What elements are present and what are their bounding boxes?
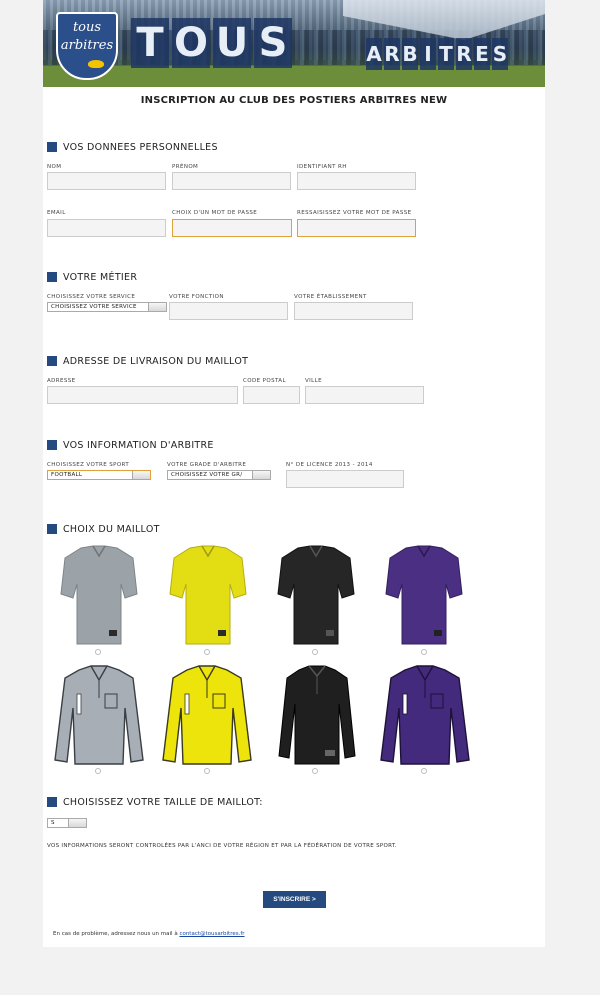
identifiant-label: IDENTIFIANT RH — [297, 164, 347, 170]
fonction-field[interactable] — [169, 302, 288, 320]
dropdown-arrow-icon — [68, 819, 86, 827]
page: tous arbitres TOUS ARBITRES INSCRIPTION … — [43, 0, 545, 947]
section-square-icon — [47, 272, 57, 282]
prenom-label: PRÉNOM — [172, 164, 199, 170]
jersey-purple-short-icon — [385, 545, 463, 645]
header-banner: tous arbitres TOUS ARBITRES — [43, 0, 545, 87]
size-select[interactable]: S — [47, 818, 87, 828]
password-label: CHOIX D'UN MOT DE PASSE — [172, 210, 258, 216]
etablissement-label: VOTRE ÉTABLISSEMENT — [294, 294, 367, 300]
section-square-icon — [47, 142, 57, 152]
email-label: EMAIL — [47, 210, 66, 216]
jersey-radio-5[interactable] — [95, 768, 101, 774]
jersey-black-short-icon — [277, 545, 355, 645]
identifiant-field[interactable] — [297, 172, 416, 190]
nom-label: NOM — [47, 164, 62, 170]
tous-arbitres-logo: tous arbitres — [56, 12, 118, 80]
section-square-icon — [47, 356, 57, 366]
section-square-icon — [47, 524, 57, 534]
sport-label: CHOISISSEZ VOTRE SPORT — [47, 462, 130, 468]
password-field[interactable] — [172, 219, 292, 237]
jersey-radio-1[interactable] — [95, 649, 101, 655]
jersey-radio-2[interactable] — [204, 649, 210, 655]
ville-field[interactable] — [305, 386, 424, 404]
code-postal-field[interactable] — [243, 386, 300, 404]
section-referee-heading: VOS INFORMATION D'ARBITRE — [47, 438, 214, 452]
grade-label: VOTRE GRADE D'ARBITRE — [167, 462, 247, 468]
jersey-radio-8[interactable] — [421, 768, 427, 774]
jersey-grey-short-icon — [60, 545, 138, 645]
code-postal-label: CODE POSTAL — [243, 378, 286, 384]
jersey-black-long-icon — [278, 665, 356, 765]
password-confirm-label: RESSAISISSEZ VOTRE MOT DE PASSE — [297, 210, 412, 216]
footer-contact: En cas de problème, adressez nous un mai… — [53, 931, 245, 937]
adresse-label: ADRESSE — [47, 378, 76, 384]
jersey-yellow-short-icon — [169, 545, 247, 645]
dropdown-arrow-icon — [148, 303, 166, 311]
banner-word-arbitres: ARBITRES — [366, 38, 508, 70]
jersey-radio-4[interactable] — [421, 649, 427, 655]
password-confirm-field[interactable] — [297, 219, 416, 237]
fonction-label: VOTRE FONCTION — [169, 294, 224, 300]
etablissement-field[interactable] — [294, 302, 413, 320]
service-label: CHOISISSEZ VOTRE SERVICE — [47, 294, 136, 300]
section-size-heading: CHOISISSEZ VOTRE TAILLE DE MAILLOT: — [47, 795, 263, 809]
jersey-yellow-long-icon — [162, 665, 252, 765]
licence-field[interactable] — [286, 470, 404, 488]
sport-select[interactable]: FOOTBALL — [47, 470, 151, 480]
jersey-radio-3[interactable] — [312, 649, 318, 655]
prenom-field[interactable] — [172, 172, 291, 190]
service-select[interactable]: CHOISISSEZ VOTRE SERVICE — [47, 302, 167, 312]
section-jersey-heading: CHOIX DU MAILLOT — [47, 522, 160, 536]
submit-button[interactable]: S'INSCRIRE > — [263, 891, 326, 908]
la-poste-bird-icon — [88, 60, 104, 68]
section-job-heading: VOTRE MÉTIER — [47, 270, 137, 284]
section-square-icon — [47, 797, 57, 807]
section-personal-heading: VOS DONNEES PERSONNELLES — [47, 140, 218, 154]
email-field[interactable] — [47, 219, 166, 237]
nom-field[interactable] — [47, 172, 166, 190]
dropdown-arrow-icon — [252, 471, 270, 479]
jersey-radio-6[interactable] — [204, 768, 210, 774]
section-address-heading: ADRESSE DE LIVRAISON DU MAILLOT — [47, 354, 248, 368]
page-title: INSCRIPTION AU CLUB DES POSTIERS ARBITRE… — [140, 95, 448, 106]
grade-select[interactable]: CHOISISSEZ VOTRE GR/ — [167, 470, 271, 480]
verification-note: VOS INFORMATIONS SERONT CONTROLÉES PAR L… — [47, 843, 397, 849]
jersey-purple-long-icon — [380, 665, 470, 765]
dropdown-arrow-icon — [132, 471, 150, 479]
contact-email-link[interactable]: contact@tousarbitres.fr — [179, 931, 244, 937]
banner-word-tous: TOUS — [131, 18, 292, 68]
ville-label: VILLE — [305, 378, 322, 384]
licence-label: N° DE LICENCE 2013 - 2014 — [286, 462, 373, 468]
jersey-radio-7[interactable] — [312, 768, 318, 774]
adresse-field[interactable] — [47, 386, 238, 404]
jersey-grey-long-icon — [54, 665, 144, 765]
section-square-icon — [47, 440, 57, 450]
